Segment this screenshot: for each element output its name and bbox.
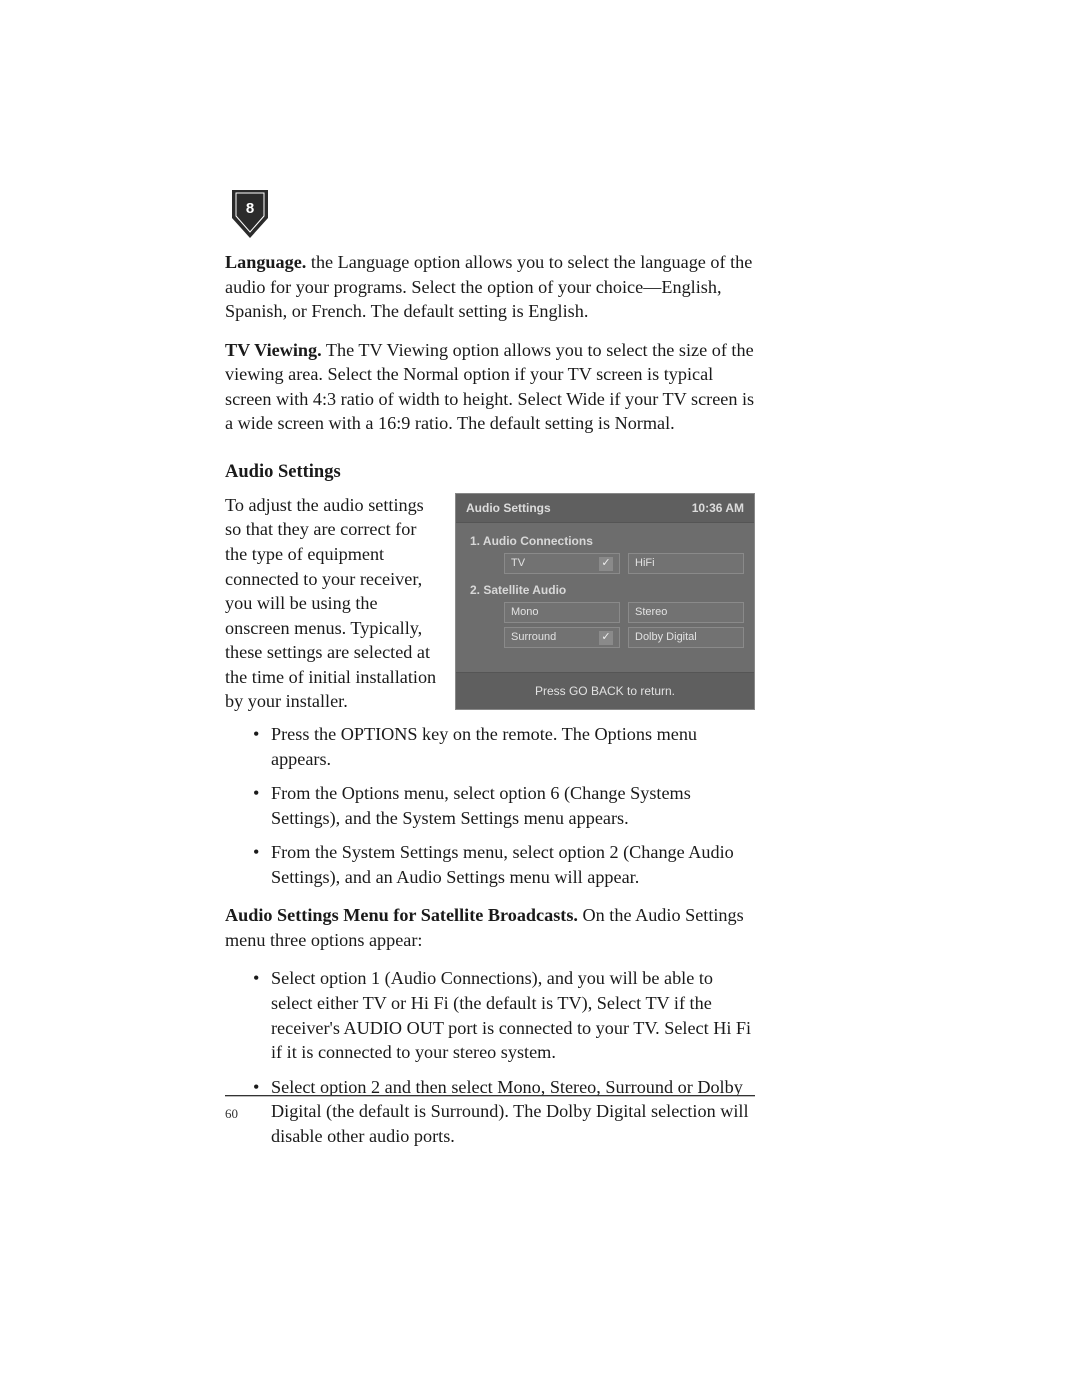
list-item: From the Options menu, select option 6 (… (253, 781, 755, 830)
checkmark-icon: ✓ (599, 631, 613, 645)
para-lead: Language. (225, 252, 306, 272)
figure-item-2-label: 2. Satellite Audio (466, 578, 744, 602)
paragraph-tv-viewing: TV Viewing. The TV Viewing option allows… (225, 338, 755, 436)
footer-rule (225, 1095, 755, 1096)
figure-time: 10:36 AM (692, 500, 744, 516)
list-item: Select option 1 (Audio Connections), and… (253, 966, 755, 1064)
figure-opt-surround[interactable]: Surround ✓ (504, 627, 620, 648)
figure-title: Audio Settings (466, 500, 551, 516)
figure-opt-dolby[interactable]: Dolby Digital (628, 627, 744, 648)
figure-footer: Press GO BACK to return. (456, 672, 754, 709)
paragraph-language: Language. the Language option allows you… (225, 250, 755, 324)
figure-opt-stereo[interactable]: Stereo (628, 602, 744, 623)
list-item: From the System Settings menu, select op… (253, 840, 755, 889)
audio-settings-screenshot: Audio Settings 10:36 AM 1. Audio Connect… (455, 493, 755, 710)
list-item: Select option 2 and then select Mono, St… (253, 1075, 755, 1149)
list-item: Press the OPTIONS key on the remote. The… (253, 722, 755, 771)
figure-opt-mono[interactable]: Mono (504, 602, 620, 623)
section-heading: Audio Settings (225, 460, 755, 485)
figure-item-1-label: 1. Audio Connections (466, 529, 744, 553)
paragraph-audio-menu: Audio Settings Menu for Satellite Broadc… (225, 903, 755, 952)
figure-opt-tv[interactable]: TV ✓ (504, 553, 620, 574)
para-lead: TV Viewing. (225, 340, 322, 360)
para-lead: Audio Settings Menu for Satellite Broadc… (225, 905, 578, 925)
steps-list: Press the OPTIONS key on the remote. The… (253, 722, 755, 889)
page-number: 60 (225, 1106, 238, 1122)
figure-opt-hifi[interactable]: HiFi (628, 553, 744, 574)
checkmark-icon: ✓ (599, 557, 613, 571)
options-list: Select option 1 (Audio Connections), and… (253, 966, 755, 1148)
figure-titlebar: Audio Settings 10:36 AM (456, 494, 754, 523)
